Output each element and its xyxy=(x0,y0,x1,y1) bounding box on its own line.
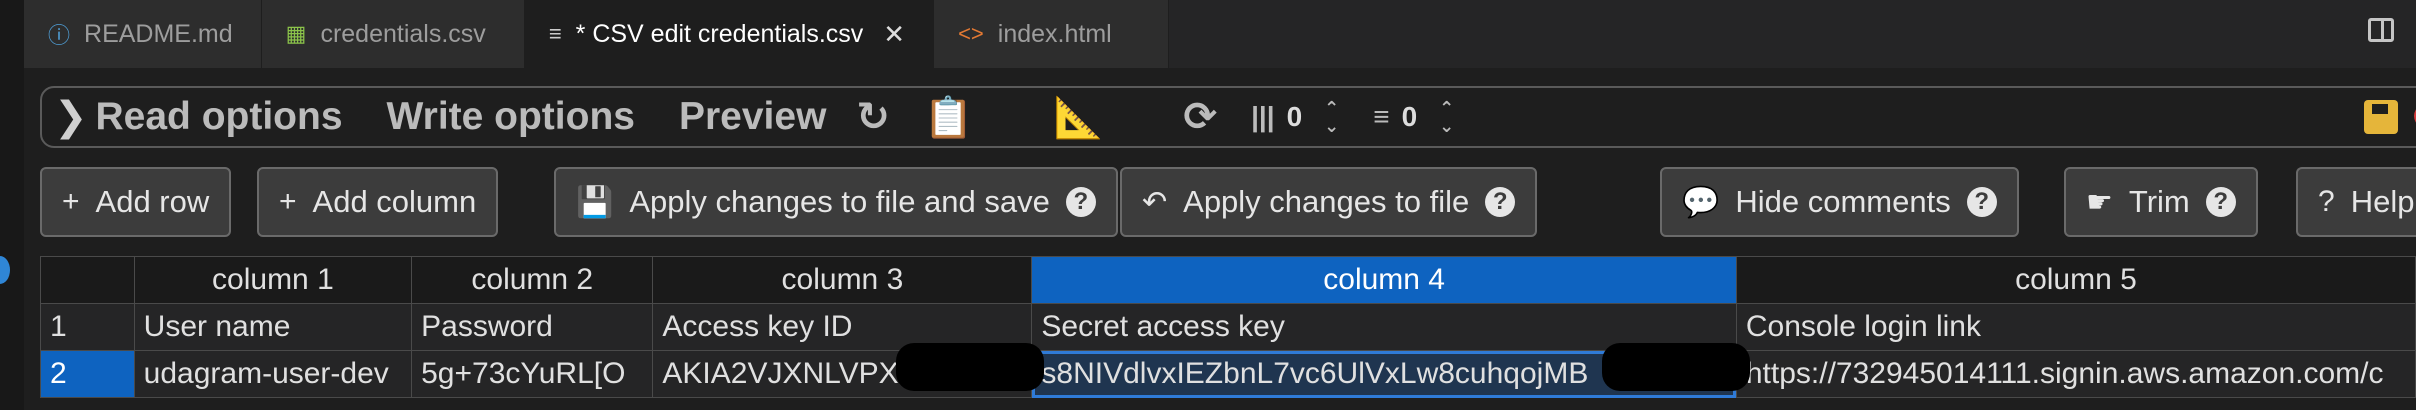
spreadsheet-icon: ▦ xyxy=(285,21,307,46)
help-icon[interactable]: ? xyxy=(2205,187,2236,217)
table-row: 2 udagram-user-dev 5g+73cYuRL[O AKIA2VJX… xyxy=(40,350,2416,398)
preview[interactable]: Preview xyxy=(679,95,826,139)
info-icon: ⓘ xyxy=(48,23,71,48)
column-count-icon: ||| xyxy=(1251,101,1275,132)
options-bar: ❯ Read options Write options Preview ↻ 📋… xyxy=(40,86,2416,148)
clipboard-icon[interactable]: 📋 xyxy=(924,94,974,141)
help-icon[interactable]: ? xyxy=(1966,187,1997,217)
apply-changes-button[interactable]: ↶ Apply changes to file ? xyxy=(1120,167,1538,237)
table-row: 1 User name Password Access key ID Secre… xyxy=(40,303,2416,351)
reload-icon[interactable]: ↻ xyxy=(856,94,890,140)
comments-icon: 💬 xyxy=(1682,185,1720,219)
undo-arrow-icon: ↶ xyxy=(1142,185,1168,219)
save-icon: 💾 xyxy=(576,185,614,219)
button-label: Apply changes to file and save xyxy=(629,184,1050,219)
write-options[interactable]: Write options xyxy=(387,95,635,139)
chevron-right-icon[interactable]: ❯ xyxy=(54,94,88,140)
csv-table: column 1 column 2 column 3 column 4 colu… xyxy=(40,256,2416,398)
header-row: column 1 column 2 column 3 column 4 colu… xyxy=(40,256,2416,304)
row-number[interactable]: 2 xyxy=(40,350,135,398)
row-count: 0 xyxy=(1401,101,1418,132)
plus-icon: + xyxy=(62,185,80,218)
help-icon[interactable]: ? xyxy=(1485,187,1516,217)
apply-and-save-button[interactable]: 💾 Apply changes to file and save ? xyxy=(554,167,1118,237)
save-icon[interactable] xyxy=(2364,100,2398,134)
button-label: Add row xyxy=(95,184,210,219)
tab-label: index.html xyxy=(997,19,1112,48)
button-label: Hide comments xyxy=(1735,184,1951,219)
help-icon[interactable]: ? xyxy=(1065,187,1096,217)
close-icon[interactable]: ✕ xyxy=(883,19,905,50)
redaction-mark xyxy=(1602,343,1750,391)
corner-cell[interactable] xyxy=(40,256,135,304)
tab-credentials-csv[interactable]: ▦ credentials.csv xyxy=(261,0,525,68)
ruler-icon[interactable]: 📐 xyxy=(1054,94,1104,141)
column-count-stepper[interactable]: ⌃ ⌄ xyxy=(1324,99,1339,135)
row-count-stepper[interactable]: ⌃ ⌄ xyxy=(1439,99,1454,135)
lines-icon: ≡ xyxy=(548,21,562,46)
add-row-button[interactable]: + Add row xyxy=(40,167,232,237)
tab-label: * CSV edit credentials.csv xyxy=(575,19,864,48)
help-button[interactable]: ? Help xyxy=(2296,167,2416,237)
button-label: Help xyxy=(2350,184,2415,219)
column-header[interactable]: column 3 xyxy=(652,256,1033,304)
activity-bar xyxy=(0,0,24,410)
column-header[interactable]: column 1 xyxy=(133,256,413,304)
refresh-icon[interactable]: ⟳ xyxy=(1184,94,1218,140)
button-label: Add column xyxy=(312,184,477,219)
code-icon: <> xyxy=(958,21,984,46)
split-editor-icon[interactable] xyxy=(2368,18,2394,42)
table-cell[interactable]: Password xyxy=(411,303,654,351)
hand-icon: ☛ xyxy=(2086,185,2113,219)
table-cell[interactable]: udagram-user-dev xyxy=(133,350,413,398)
table-cell[interactable]: User name xyxy=(133,303,413,351)
question-icon: ? xyxy=(2318,185,2335,218)
hide-comments-button[interactable]: 💬 Hide comments ? xyxy=(1660,167,2019,237)
tab-index-html[interactable]: <> index.html xyxy=(934,0,1169,68)
button-label: Trim xyxy=(2128,184,2190,219)
table-cell[interactable]: 5g+73cYuRL[O xyxy=(411,350,654,398)
button-label: Apply changes to file xyxy=(1183,184,1470,219)
column-count: 0 xyxy=(1286,101,1303,132)
row-count-icon: ≡ xyxy=(1373,101,1390,132)
tab-label: credentials.csv xyxy=(320,19,486,48)
row-number[interactable]: 1 xyxy=(40,303,135,351)
editor-tab-bar: ⓘ README.md ▦ credentials.csv ≡ * CSV ed… xyxy=(24,0,2416,68)
read-options[interactable]: Read options xyxy=(96,95,343,139)
column-header[interactable]: column 5 xyxy=(1735,256,2416,304)
tab-readme[interactable]: ⓘ README.md xyxy=(24,0,262,68)
table-cell[interactable]: Console login link xyxy=(1735,303,2416,351)
tab-label: README.md xyxy=(84,19,233,48)
add-column-button[interactable]: + Add column xyxy=(257,167,499,237)
table-cell[interactable]: https://732945014111.signin.aws.amazon.c… xyxy=(1735,350,2416,398)
redaction-mark xyxy=(896,343,1044,391)
trim-button[interactable]: ☛ Trim ? xyxy=(2064,167,2258,237)
column-header[interactable]: column 2 xyxy=(411,256,654,304)
column-header-selected[interactable]: column 4 xyxy=(1031,256,1737,304)
tab-csv-edit[interactable]: ≡ * CSV edit credentials.csv ✕ xyxy=(524,0,935,68)
plus-icon: + xyxy=(279,185,297,218)
